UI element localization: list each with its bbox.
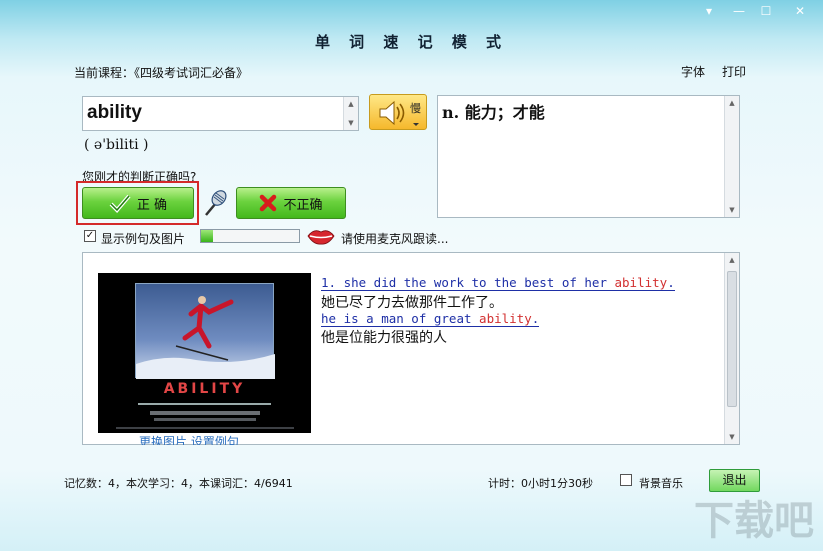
word-illustration: ABILITY: [98, 273, 311, 433]
current-course-label: 当前课程：《四级考试词汇必备》: [74, 66, 249, 80]
menu-dropdown-icon[interactable]: ▾: [697, 2, 721, 20]
scroll-down-icon[interactable]: ▼: [725, 204, 739, 216]
scroll-up-icon[interactable]: ▲: [344, 98, 358, 110]
show-examples-checkbox[interactable]: ✓: [84, 230, 96, 242]
word-display: ability ▲ ▼: [82, 96, 359, 131]
microphone-button[interactable]: [202, 187, 228, 219]
example-2-text: he is a man of great: [321, 311, 480, 326]
examples-panel: ABILITY 1. she did the work to the best …: [82, 252, 740, 445]
example-sentence-2[interactable]: he is a man of great ability.: [321, 311, 540, 327]
scroll-up-icon[interactable]: ▲: [725, 97, 739, 109]
example-2-suffix: .: [531, 311, 540, 326]
close-button[interactable]: ✕: [788, 2, 812, 20]
incorrect-button-label: 不正确: [283, 197, 323, 213]
exit-button[interactable]: 退出: [709, 469, 760, 492]
phonetic: ( ə'biliti ): [84, 137, 149, 153]
checkmark-icon: [109, 194, 131, 213]
microphone-icon: [205, 190, 227, 216]
maximize-button[interactable]: ☐: [754, 2, 778, 20]
background-music-label: 背景音乐: [639, 477, 683, 490]
speak-slow-label: 慢: [410, 102, 421, 115]
definition-text: n. 能力；才能: [442, 103, 545, 122]
correct-button-label: 正 确: [136, 197, 168, 213]
lips-icon: [306, 226, 336, 246]
font-link[interactable]: 字体: [681, 63, 705, 80]
recording-progress-bar: [200, 229, 300, 243]
study-timer: 计时：0小时1分30秒: [488, 477, 593, 490]
correct-button[interactable]: 正 确: [82, 187, 194, 219]
cross-icon: [260, 194, 277, 212]
window-title: 单 词 速 记 模 式: [314, 33, 509, 51]
memory-stats: 记忆数：4，本次学习：4，本课词汇：4/6941: [64, 477, 293, 490]
image-actions-links[interactable]: 更换图片 设置例句: [139, 433, 239, 445]
scroll-down-icon[interactable]: ▼: [725, 431, 739, 443]
speak-slow-button[interactable]: 慢: [369, 94, 427, 130]
example-translation-1: 她已尽了力去做那件工作了。: [321, 295, 503, 311]
example-translation-2: 他是位能力很强的人: [321, 330, 447, 346]
background-music-checkbox[interactable]: [620, 474, 632, 486]
definition-scrollbar[interactable]: ▲ ▼: [724, 96, 739, 217]
example-2-keyword: ability: [479, 311, 532, 326]
show-examples-label: 显示例句及图片: [101, 232, 186, 246]
word-scrollbar[interactable]: ▲ ▼: [343, 97, 358, 130]
incorrect-button[interactable]: 不正确: [236, 187, 346, 219]
example-1-suffix: .: [667, 275, 675, 290]
svg-text:下载吧: 下载吧: [694, 498, 814, 544]
scroll-thumb[interactable]: [727, 271, 737, 407]
scroll-up-icon[interactable]: ▲: [725, 254, 739, 266]
example-sentence-1[interactable]: 1. she did the work to the best of her a…: [321, 275, 675, 291]
scroll-down-icon[interactable]: ▼: [344, 117, 358, 129]
definition-box: n. 能力；才能 ▲ ▼: [437, 95, 740, 218]
recording-progress-fill: [201, 230, 213, 242]
illustration-photo: [135, 283, 275, 379]
word-text: ability: [87, 102, 142, 123]
illustration-caption: ABILITY: [163, 381, 246, 397]
watermark-logo: 下载吧: [690, 490, 820, 548]
example-1-keyword: ability: [614, 275, 668, 290]
print-link[interactable]: 打印: [722, 63, 746, 80]
example-1-text: 1. she did the work to the best of her: [321, 275, 615, 290]
read-hint: 请使用麦克风跟读...: [341, 232, 449, 246]
minimize-button[interactable]: —: [727, 2, 751, 20]
examples-scrollbar[interactable]: ▲ ▼: [724, 253, 739, 444]
